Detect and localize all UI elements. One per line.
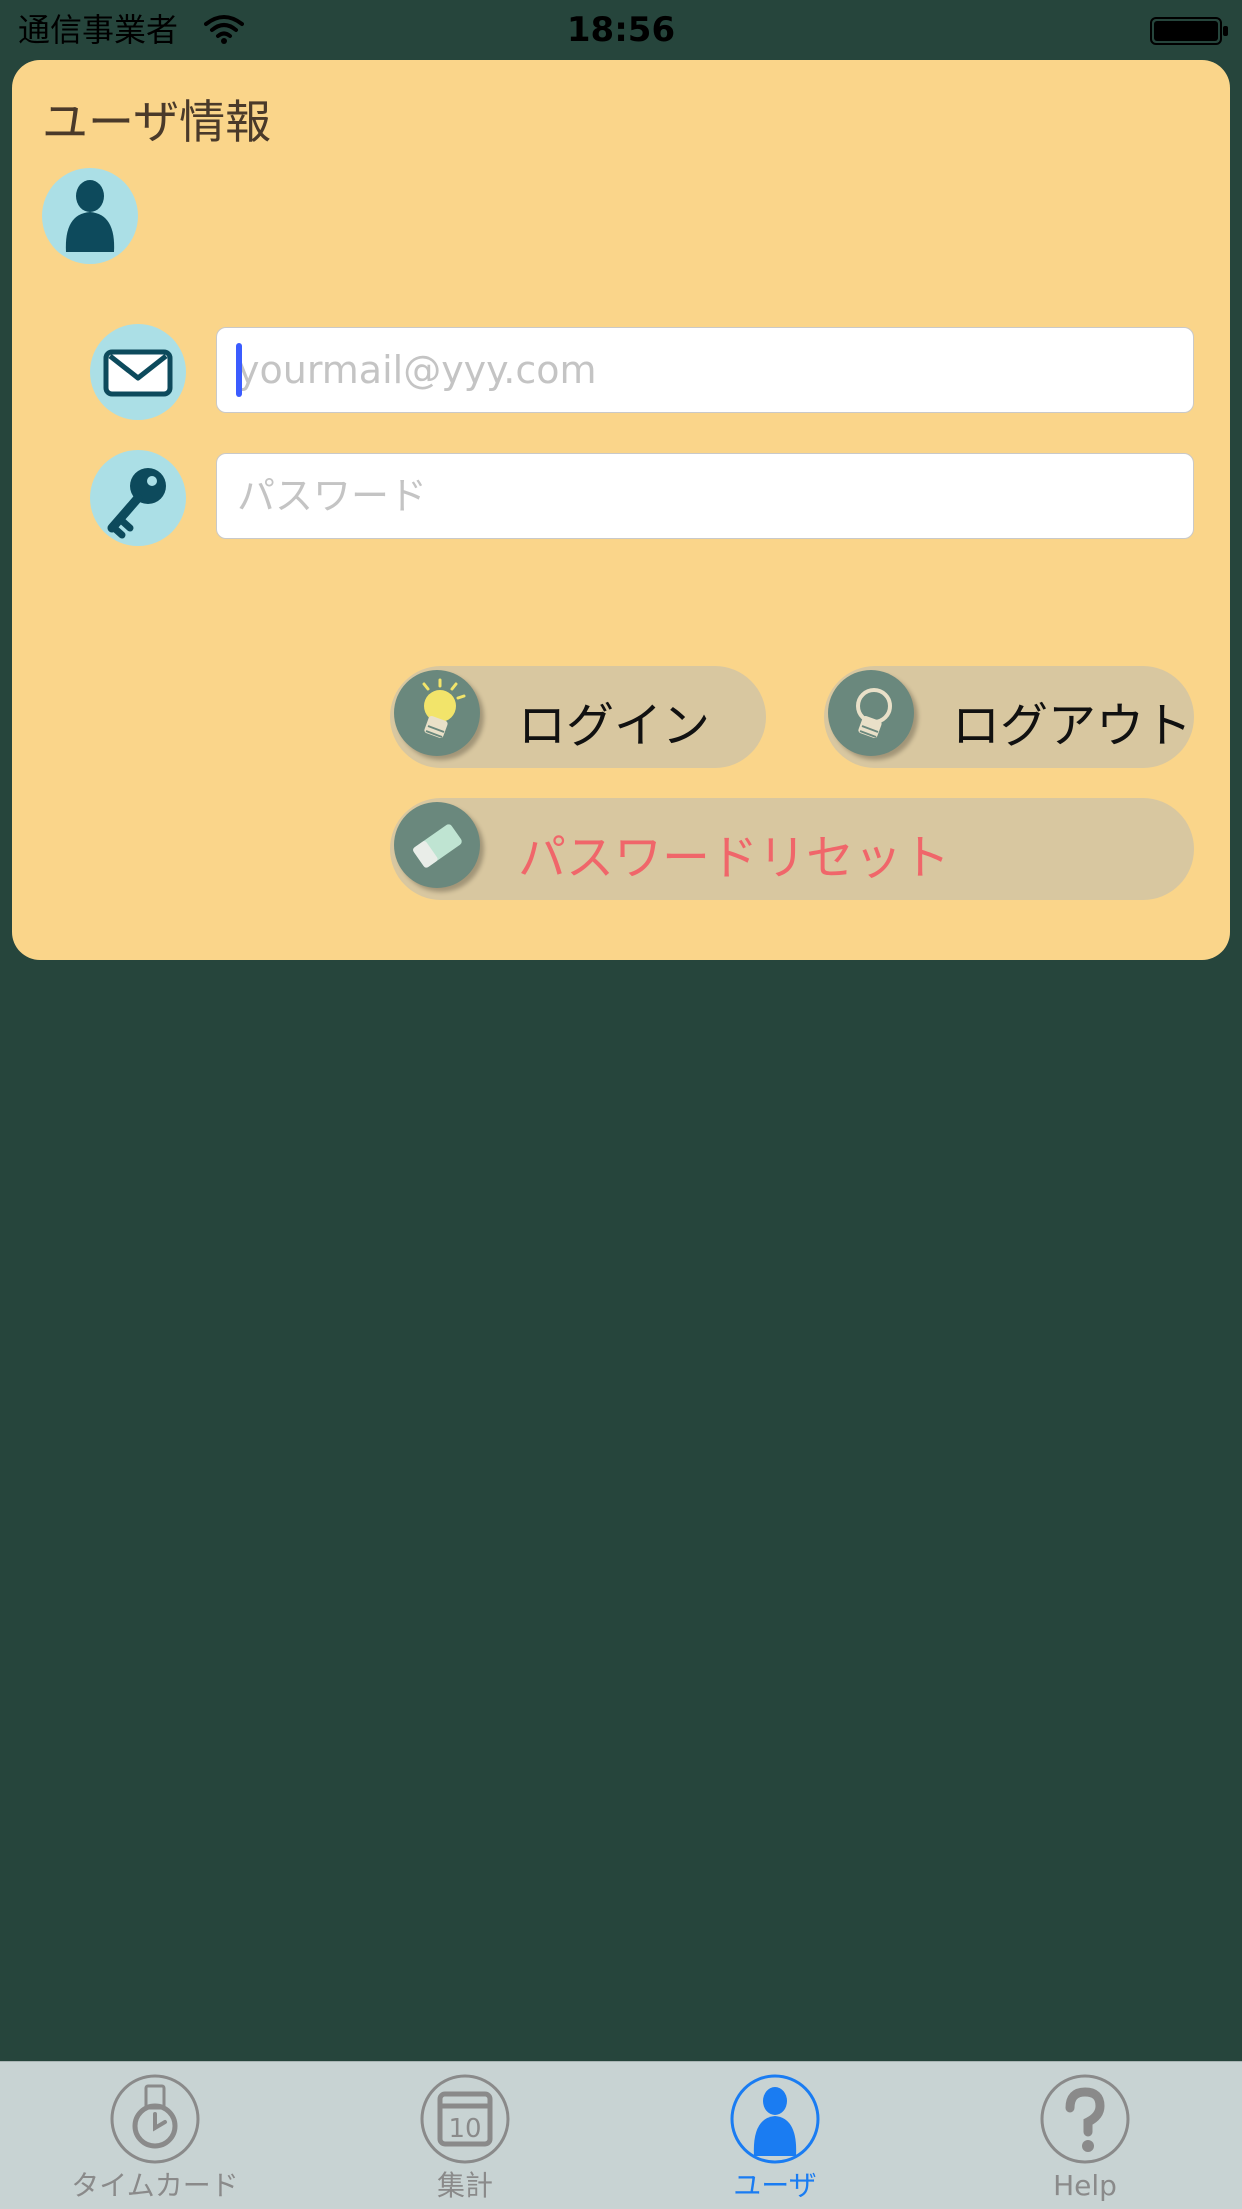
tab-summary[interactable]: 10 集計: [310, 2062, 620, 2209]
eraser-icon: [394, 802, 480, 888]
password-reset-label: パスワードリセット: [518, 830, 951, 886]
logout-label: ログアウト: [952, 698, 1193, 754]
login-label: ログイン: [518, 698, 711, 754]
battery-icon: [1150, 17, 1228, 45]
tab-user-label: ユーザ: [733, 2169, 817, 2202]
text-cursor: [236, 343, 242, 397]
lightbulb-on-icon: [394, 670, 480, 756]
logout-button[interactable]: ログアウト: [824, 666, 1194, 768]
user-icon: [730, 2074, 820, 2164]
avatar: [42, 168, 138, 264]
lightbulb-off-icon: [828, 670, 914, 756]
mail-icon: [90, 324, 186, 420]
help-icon: [1040, 2074, 1130, 2164]
calendar-day: 10: [448, 2114, 481, 2144]
tab-timecard-label: タイムカード: [71, 2169, 239, 2202]
tab-user[interactable]: ユーザ: [620, 2062, 930, 2209]
user-info-card: ユーザ情報 ログイ: [12, 60, 1230, 960]
user-icon: [65, 180, 115, 252]
password-reset-button[interactable]: パスワードリセット: [390, 798, 1194, 900]
tab-timecard[interactable]: タイムカード: [0, 2062, 310, 2209]
key-icon: [90, 450, 186, 546]
timecard-icon: [110, 2074, 200, 2164]
email-field[interactable]: [216, 327, 1194, 413]
tab-summary-label: 集計: [436, 2169, 493, 2202]
card-title: ユーザ情報: [42, 95, 272, 149]
status-bar: 通信事業者 18:56: [0, 0, 1242, 60]
tab-help[interactable]: Help: [930, 2062, 1240, 2209]
password-field[interactable]: [216, 453, 1194, 539]
tab-help-label: Help: [1053, 2169, 1117, 2202]
login-button[interactable]: ログイン: [390, 666, 766, 768]
clock-label: 18:56: [566, 10, 676, 50]
calendar-icon: 10: [420, 2074, 510, 2164]
tab-bar: タイムカード 10 集計 ユーザ Help: [0, 2061, 1242, 2209]
